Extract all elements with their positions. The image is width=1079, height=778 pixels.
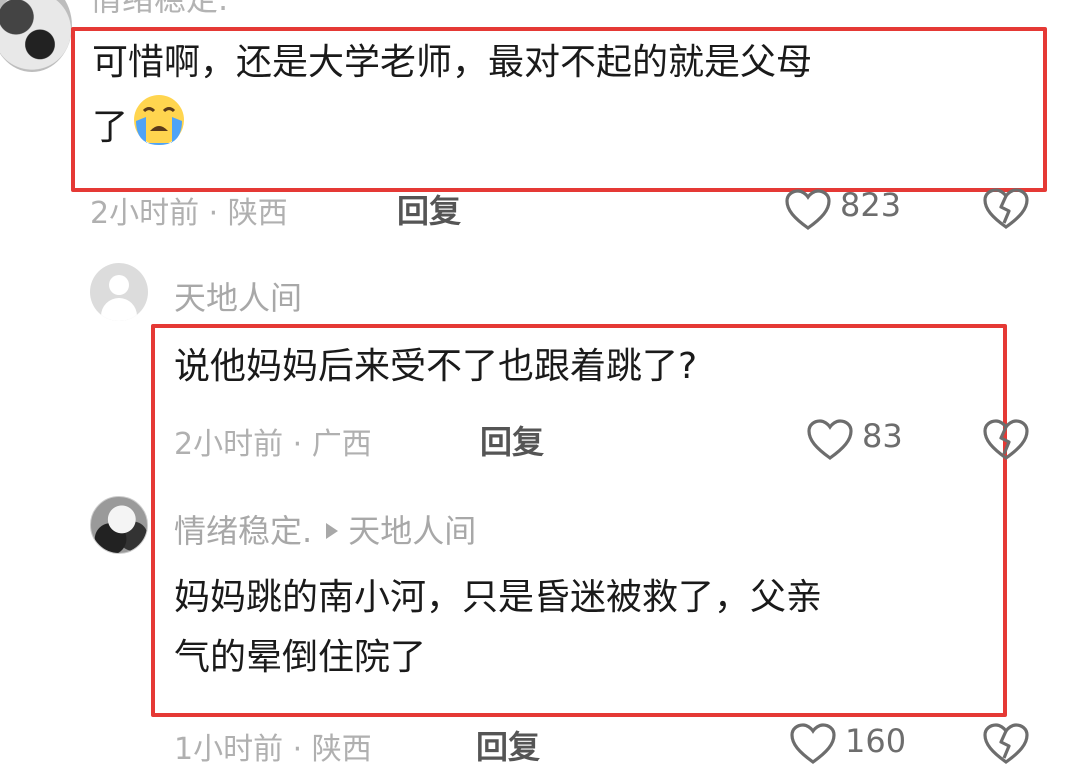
- reply-button[interactable]: 回复: [480, 417, 544, 463]
- like-heart-icon[interactable]: [806, 418, 854, 462]
- avatar[interactable]: [90, 496, 148, 554]
- comment-text: 可惜啊，还是大学老师，最对不起的就是父母 了: [92, 33, 1032, 158]
- comment-username-row: 情绪稳定. 天地人间: [174, 506, 476, 552]
- comment-username[interactable]: 情绪稳定.: [174, 512, 312, 550]
- like-count: 823: [840, 186, 902, 224]
- comment-meta: 2小时前 · 广西: [174, 427, 372, 462]
- avatar[interactable]: [0, 0, 72, 72]
- dislike-broken-heart-icon[interactable]: [982, 187, 1030, 231]
- like-heart-icon[interactable]: [784, 188, 832, 232]
- reply-to-username[interactable]: 天地人间: [348, 512, 476, 550]
- dislike-broken-heart-icon[interactable]: [982, 722, 1030, 766]
- comment-meta: 1小时前 · 陕西: [174, 732, 372, 767]
- comment-text: 说他妈妈后来受不了也跟着跳了?: [174, 346, 698, 387]
- comment-text-line: 气的晕倒住院了: [174, 637, 427, 678]
- dislike-broken-heart-icon[interactable]: [982, 418, 1030, 462]
- avatar[interactable]: [90, 263, 148, 321]
- comment-text: 妈妈跳的南小河，只是昏迷被救了，父亲 气的晕倒住院了: [174, 568, 994, 688]
- like-count: 83: [862, 417, 903, 455]
- crying-emoji-icon: [134, 95, 185, 145]
- reply-button[interactable]: 回复: [397, 186, 461, 232]
- comment-text-line: 了: [92, 93, 1032, 158]
- comment-text-line: 可惜啊，还是大学老师，最对不起的就是父母: [92, 42, 813, 83]
- reply-button[interactable]: 回复: [476, 722, 540, 768]
- comment-text-line: 妈妈跳的南小河，只是昏迷被救了，父亲: [174, 577, 823, 618]
- comment-username[interactable]: 情绪稳定.: [90, 0, 228, 20]
- like-heart-icon[interactable]: [789, 722, 837, 766]
- comment-username[interactable]: 天地人间: [174, 273, 302, 319]
- reply-arrow-icon: [326, 523, 339, 539]
- like-count: 160: [845, 722, 907, 760]
- comment-meta: 2小时前 · 陕西: [90, 196, 288, 231]
